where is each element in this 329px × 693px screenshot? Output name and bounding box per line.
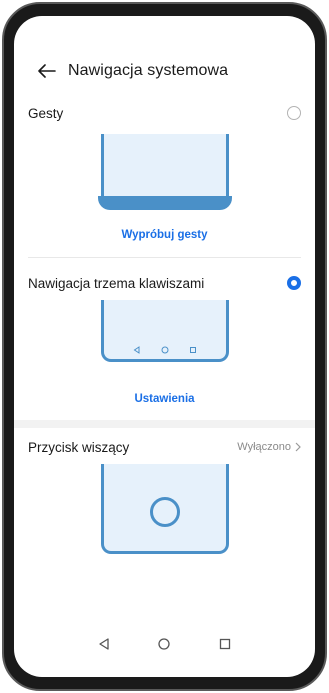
gestures-illustration [97, 134, 232, 210]
floating-button-status: Wyłączono [237, 441, 291, 453]
try-gestures-link[interactable]: Wypróbuj gesty [14, 229, 315, 241]
system-nav-bar [14, 631, 315, 657]
phone-frame: Nawigacja systemowa Gesty Wypróbuj gesty… [2, 2, 327, 691]
nav-home-button[interactable] [153, 633, 175, 655]
mini-nav-keys [101, 346, 229, 354]
three-key-option-label: Nawigacja trzema klawiszami [28, 275, 205, 291]
gestures-option-label: Gesty [28, 105, 64, 121]
app-bar: Nawigacja systemowa [14, 56, 315, 86]
settings-link[interactable]: Ustawienia [14, 393, 315, 405]
circle-home-icon [158, 638, 171, 650]
gesture-bar [97, 196, 232, 210]
chevron-right-icon [295, 442, 301, 452]
floating-button-label: Przycisk wiszący [28, 439, 130, 455]
floating-circle-icon [149, 497, 180, 527]
page-title: Nawigacja systemowa [68, 62, 229, 79]
arrow-left-icon [38, 64, 56, 78]
triangle-back-icon [99, 638, 109, 650]
mini-recents-icon [189, 347, 196, 353]
mini-home-icon [161, 346, 168, 354]
floating-button-row[interactable]: Przycisk wiszący Wyłączono [28, 436, 301, 458]
gestures-radio[interactable] [287, 106, 301, 120]
nav-recents-button[interactable] [214, 633, 236, 655]
three-key-radio[interactable] [287, 276, 301, 290]
square-recents-icon [219, 638, 230, 650]
three-key-illustration [100, 300, 229, 362]
section-separator [14, 420, 315, 428]
three-key-option-row[interactable]: Nawigacja trzema klawiszami [28, 272, 301, 294]
gestures-option-row[interactable]: Gesty [28, 102, 301, 124]
back-button[interactable] [30, 56, 64, 86]
nav-back-button[interactable] [93, 633, 115, 655]
screen: Nawigacja systemowa Gesty Wypróbuj gesty… [14, 16, 315, 677]
mini-back-icon [133, 346, 139, 354]
floating-button-value[interactable]: Wyłączono [237, 441, 301, 453]
floating-button-illustration [100, 464, 229, 554]
divider [28, 257, 301, 258]
